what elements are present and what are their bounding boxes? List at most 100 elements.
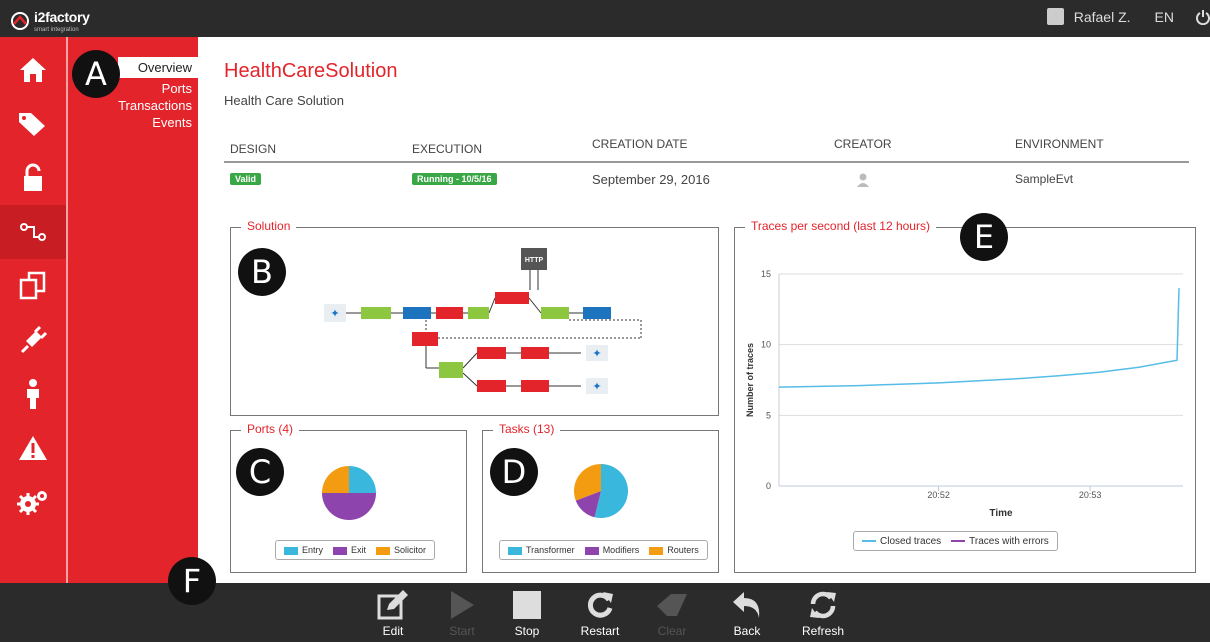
play-icon — [451, 591, 474, 619]
back-arrow-icon — [733, 592, 760, 618]
back-button[interactable]: Back — [717, 589, 777, 638]
power-icon[interactable] — [1196, 9, 1210, 25]
stop-icon — [513, 591, 541, 619]
ports-pie-chart[interactable] — [319, 463, 379, 523]
solution-panel: Solution ✦ HTTP ✦ ✦ — [230, 219, 719, 416]
marker-c: C — [236, 448, 284, 496]
back-label: Back — [733, 624, 761, 638]
refresh-icon — [810, 591, 836, 619]
top-bar: i2factory smart integration Rafael Z. EN — [0, 0, 1210, 37]
sidebar-item-plugins[interactable] — [0, 313, 66, 367]
sidebar-item-settings[interactable] — [0, 475, 66, 529]
legend-modifiers[interactable]: Modifiers — [584, 545, 640, 555]
page-title: HealthCareSolution — [224, 60, 398, 82]
design-status-badge: Valid — [230, 173, 262, 185]
restart-icon — [587, 592, 613, 618]
legend-exit[interactable]: Exit — [333, 545, 366, 555]
refresh-label: Refresh — [801, 624, 845, 638]
header-environment: ENVIRONMENT — [1015, 137, 1104, 151]
pie-slice-solicitor[interactable] — [322, 466, 349, 493]
clear-label: Clear — [657, 624, 687, 638]
svg-text:✦: ✦ — [592, 380, 601, 393]
home-icon — [20, 58, 46, 82]
user-name[interactable]: Rafael Z. — [1074, 9, 1131, 25]
legend-traces-errors[interactable]: Traces with errors — [951, 536, 1049, 547]
language-selector[interactable]: EN — [1155, 9, 1174, 25]
user-icon — [27, 379, 39, 409]
series-line-closed-traces[interactable] — [778, 288, 1180, 388]
edit-label: Edit — [382, 624, 404, 638]
x-tick-label: 20:52 — [927, 490, 950, 500]
legend-entry-label: Entry — [302, 545, 324, 555]
edit-button[interactable]: Edit — [363, 589, 423, 638]
x-tick-label: 20:53 — [1079, 490, 1102, 500]
sidebar-item-unlock[interactable] — [0, 151, 66, 205]
table-header: DESIGN EXECUTION CREATION DATE CREATOR E… — [224, 134, 1189, 163]
sidebar-item-copy[interactable] — [0, 259, 66, 313]
sub-navigation: Overview Ports Transactions Events — [66, 37, 198, 583]
edit-icon — [377, 590, 408, 620]
sidebar-item-tags[interactable] — [0, 97, 66, 151]
legend-routers[interactable]: Routers — [649, 545, 699, 555]
user-icon — [857, 173, 869, 187]
stop-button[interactable]: Stop — [497, 589, 557, 638]
x-axis-label: Time — [989, 508, 1013, 519]
header-creation-date: CREATION DATE — [592, 137, 688, 151]
legend-transformer-label: Transformer — [526, 545, 575, 555]
marker-d: D — [490, 448, 538, 496]
subnav-overview[interactable]: Overview — [118, 57, 198, 78]
marker-e: E — [960, 213, 1008, 261]
start-label: Start — [449, 624, 475, 638]
marker-b: B — [238, 248, 286, 296]
legend-transformer[interactable]: Transformer — [508, 545, 575, 555]
avatar[interactable] — [1046, 8, 1064, 25]
legend-modifiers-label: Modifiers — [602, 545, 640, 555]
table-row: Valid Running - 10/5/16 September 29, 20… — [224, 163, 1189, 195]
traces-line-chart[interactable]: 0 5 10 15 20:52 20:53 Time Number of traces — [735, 228, 1195, 572]
tasks-panel-title: Tasks (13) — [493, 422, 561, 436]
logo-text: i2factory — [34, 9, 90, 25]
sidebar-item-home[interactable] — [0, 43, 66, 97]
svg-text:✦: ✦ — [330, 307, 339, 320]
header-execution: EXECUTION — [412, 142, 483, 156]
legend-closed-traces-label: Closed traces — [880, 535, 942, 547]
legend-closed-traces[interactable]: Closed traces — [862, 536, 941, 547]
copy-icon — [19, 271, 46, 300]
pie-slice-entry[interactable] — [349, 466, 376, 493]
solution-info-table: DESIGN EXECUTION CREATION DATE CREATOR E… — [224, 134, 1189, 195]
restart-button[interactable]: Restart — [570, 589, 630, 638]
restart-label: Restart — [580, 624, 620, 638]
sidebar-item-integration[interactable] — [0, 205, 66, 259]
header-creator: CREATOR — [834, 137, 892, 151]
legend-solicitor[interactable]: Solicitor — [376, 545, 426, 555]
traces-legend: Closed traces Traces with errors — [853, 531, 1058, 551]
logo-subtext: smart integration — [34, 27, 79, 33]
marker-a: A — [72, 50, 120, 98]
legend-exit-label: Exit — [351, 545, 367, 555]
sidebar-item-alerts[interactable] — [0, 421, 66, 475]
logo[interactable]: i2factory smart integration — [10, 9, 90, 33]
clear-button[interactable]: Clear — [642, 589, 702, 638]
header-design: DESIGN — [230, 142, 277, 156]
user-area: Rafael Z. EN — [1046, 8, 1210, 25]
y-tick-label: 15 — [761, 269, 771, 279]
tasks-pie-chart[interactable] — [571, 461, 631, 521]
legend-entry[interactable]: Entry — [284, 545, 323, 555]
pie-slice-exit[interactable] — [322, 493, 376, 520]
y-tick-label: 5 — [766, 410, 771, 420]
logo-icon — [11, 12, 29, 30]
environment-name: SampleEvt — [1015, 172, 1074, 186]
sidebar-item-users[interactable] — [0, 367, 66, 421]
page-subtitle: Health Care Solution — [224, 93, 344, 108]
refresh-button[interactable]: Refresh — [793, 589, 853, 638]
settings-icon — [17, 491, 47, 515]
legend-traces-errors-label: Traces with errors — [969, 535, 1049, 547]
svg-text:✦: ✦ — [592, 347, 601, 360]
start-button[interactable]: Start — [432, 589, 492, 638]
y-axis-label: Number of traces — [745, 343, 755, 417]
execution-status-badge: Running - 10/5/16 — [412, 173, 497, 185]
ports-panel-title: Ports (4) — [241, 422, 300, 436]
solution-diagram[interactable]: ✦ HTTP ✦ ✦ — [231, 228, 718, 415]
creation-date: September 29, 2016 — [592, 172, 710, 187]
tasks-legend: Transformer Modifiers Routers — [499, 540, 708, 560]
